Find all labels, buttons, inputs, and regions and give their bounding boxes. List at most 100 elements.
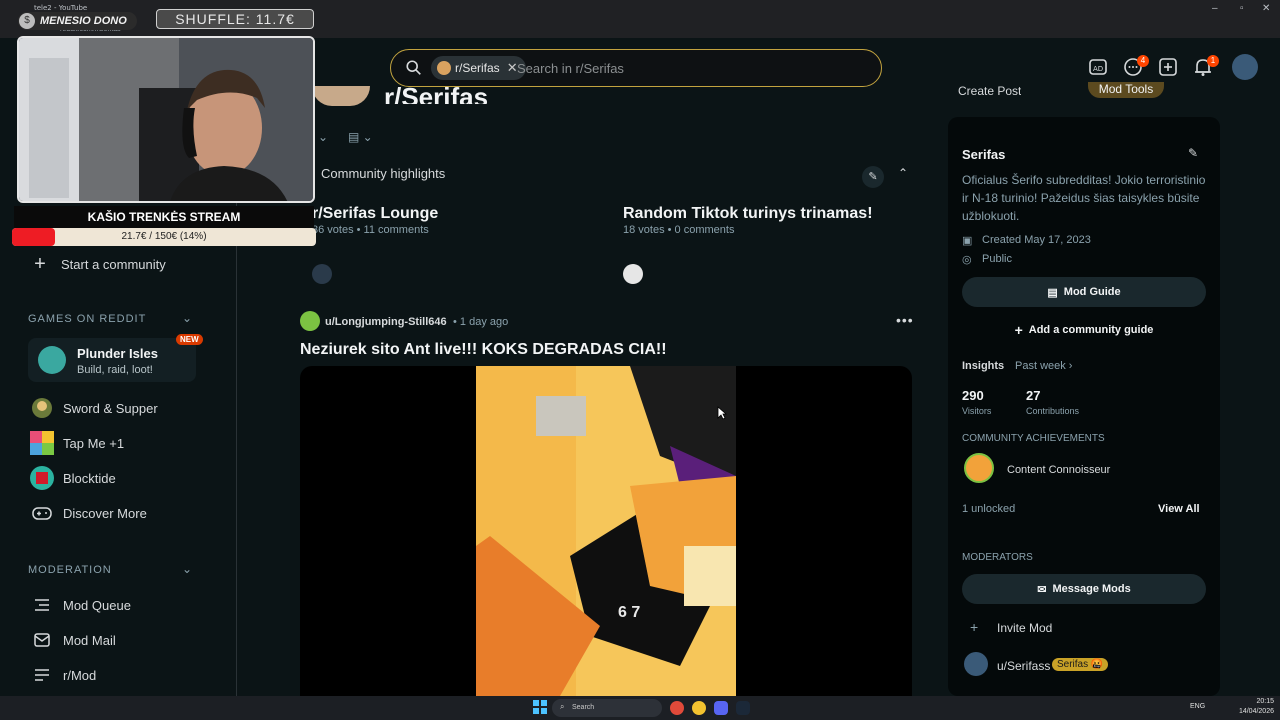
chip-label: r/Serifas	[455, 61, 500, 75]
windows-start-icon[interactable]	[533, 700, 547, 714]
new-badge: NEW	[176, 334, 203, 345]
create-post-icon[interactable]	[1157, 56, 1179, 78]
highlight-author-avatar	[623, 264, 643, 284]
sidebar-item-sword-supper[interactable]: Sword & Supper	[28, 394, 158, 422]
chevron-down-icon[interactable]: ⌄	[182, 311, 192, 325]
moderation-section-title: MODERATION	[28, 564, 112, 576]
more-options-icon[interactable]: •••	[896, 312, 914, 328]
advertise-icon[interactable]: AD	[1087, 56, 1109, 78]
highlight-card-title[interactable]: r/Serifas Lounge	[312, 205, 438, 223]
moderator-flair: Serifas 🤬	[1052, 658, 1109, 671]
create-post-button[interactable]: Create Post	[958, 84, 1021, 98]
stream-title: KAŠIO TRENKĖS STREAM	[14, 206, 314, 228]
edit-icon[interactable]: ✎	[1188, 146, 1198, 160]
post-title[interactable]: Neziurek sito Ant live!!! KOKS DEGRADAS …	[300, 341, 667, 359]
taskbar-search-label: Search	[572, 704, 595, 711]
visibility: Public	[982, 253, 1012, 265]
mouse-cursor-icon	[717, 406, 727, 420]
webcam-overlay	[17, 36, 315, 203]
globe-icon: ◎	[962, 254, 972, 266]
created-date: Created May 17, 2023	[982, 234, 1091, 246]
search-icon: ⌕	[560, 702, 565, 711]
message-mods-label: Message Mods	[1052, 583, 1131, 595]
highlight-card-title[interactable]: Random Tiktok turinys trinamas!	[623, 205, 873, 223]
chevron-down-icon[interactable]: ⌄	[182, 562, 192, 576]
webcam-image	[19, 38, 313, 201]
clock-time[interactable]: 20:15	[1240, 698, 1274, 705]
plunder-isles-card[interactable]: Plunder Isles Build, raid, loot! NEW	[28, 334, 203, 382]
windows-taskbar: Search ⌕ ENG 20:15 14/04/2026	[0, 696, 1280, 720]
minimize-icon[interactable]: –	[1212, 3, 1218, 14]
game-label: Sword & Supper	[63, 400, 158, 416]
sidebar-item-mod-queue[interactable]: Mod Queue	[28, 591, 131, 619]
subreddit-search-chip[interactable]: r/Serifas ✕	[431, 56, 526, 80]
games-section-title: GAMES ON REDDIT	[28, 313, 147, 325]
view-all-button[interactable]: View All	[1158, 503, 1200, 515]
svg-text:AD: AD	[1093, 65, 1103, 73]
add-guide-label: Add a community guide	[1028, 324, 1154, 336]
sidebar-item-blocktide[interactable]: Blocktide	[28, 464, 116, 492]
plus-icon: +	[1014, 322, 1023, 338]
notifications-badge: 1	[1207, 55, 1219, 67]
search-input[interactable]	[517, 56, 857, 80]
highlight-card-meta: 18 votes • 0 comments	[623, 224, 735, 236]
highlight-card-meta: 36 votes • 11 comments	[312, 224, 429, 236]
monthly-dono-label: MENESIO DONO	[18, 12, 137, 30]
gamepad-icon	[28, 499, 56, 527]
start-community-label: Start a community	[61, 256, 166, 272]
mod-mail-icon	[28, 626, 56, 654]
edit-highlights-icon[interactable]: ✎	[862, 166, 884, 188]
sort-chevron-icon[interactable]: ⌄	[318, 130, 328, 144]
tap-me-icon	[28, 429, 56, 457]
contributions-value: 27	[1026, 388, 1041, 403]
sidebar-item-mod-mail[interactable]: Mod Mail	[28, 626, 116, 654]
unlocked-count: 1 unlocked	[962, 503, 1016, 515]
collapse-highlights-icon[interactable]: ⌃	[898, 166, 908, 180]
steam-icon[interactable]	[736, 701, 750, 715]
sidebar-item-tap-me[interactable]: Tap Me +1	[28, 429, 124, 457]
mod-label: Mod Queue	[63, 597, 131, 613]
discord-icon[interactable]	[714, 701, 728, 715]
user-avatar[interactable]	[1232, 54, 1258, 80]
insights-range-dropdown[interactable]: Past week ›	[1015, 360, 1072, 372]
blocktide-icon	[28, 464, 56, 492]
game-subtitle: Build, raid, loot!	[77, 364, 153, 376]
app-icon[interactable]	[670, 701, 684, 715]
shuffle-counter: SHUFFLE: 11.7€	[156, 9, 314, 29]
sidebar-item-discover-more[interactable]: Discover More	[28, 499, 147, 527]
chrome-icon[interactable]	[692, 701, 706, 715]
moderator-avatar[interactable]	[964, 652, 988, 676]
clock-date[interactable]: 14/04/2026	[1230, 708, 1274, 715]
close-icon[interactable]: ✕	[1262, 3, 1270, 14]
mod-tools-button[interactable]: Mod Tools	[1088, 82, 1164, 98]
post-author[interactable]: u/Longjumping-Still646	[325, 316, 447, 328]
moderator-username[interactable]: u/Serifass	[997, 659, 1050, 673]
message-mods-button[interactable]: ✉ Message Mods	[962, 574, 1206, 604]
search-icon	[406, 60, 421, 75]
sidebar-item-r-mod[interactable]: r/Mod	[28, 661, 96, 689]
maximize-icon[interactable]: ▫	[1240, 3, 1244, 14]
achievement-badge-icon	[964, 453, 994, 483]
invite-mod-button[interactable]: Invite Mod	[997, 621, 1052, 635]
mod-guide-button[interactable]: ▤ Mod Guide	[962, 277, 1206, 307]
language-indicator[interactable]: ENG	[1190, 703, 1205, 710]
donation-goal-text: 21.7€ / 150€ (14%)	[121, 231, 207, 242]
mail-icon: ✉	[1037, 583, 1047, 596]
community-about-panel: Serifas ✎ Oficialus Šerifo subredditas! …	[948, 117, 1220, 696]
game-label: Discover More	[63, 505, 147, 521]
taskbar-search[interactable]: Search	[552, 699, 662, 717]
view-layout-icon[interactable]: ▤ ⌄	[348, 130, 373, 144]
contributions-label: Contributions	[1026, 406, 1080, 416]
donation-goal-bar: 21.7€ / 150€ (14%)	[12, 228, 316, 246]
mod-label: r/Mod	[63, 667, 97, 683]
post-video[interactable]: 6 7	[300, 366, 912, 696]
post-author-avatar[interactable]	[300, 311, 320, 331]
main-feed: ⌄ ▤ ⌄ Community highlights ✎ ⌃ r/Serifas…	[238, 98, 948, 696]
start-community-link[interactable]: + Start a community	[28, 250, 166, 278]
community-highlights-title: Community highlights	[321, 166, 446, 181]
book-icon: ▤	[1047, 286, 1058, 299]
chat-badge: 4	[1137, 55, 1149, 67]
game-label: Tap Me +1	[63, 435, 125, 451]
add-guide-button[interactable]: + Add a community guide	[962, 315, 1206, 345]
subreddit-avatar	[437, 61, 451, 75]
